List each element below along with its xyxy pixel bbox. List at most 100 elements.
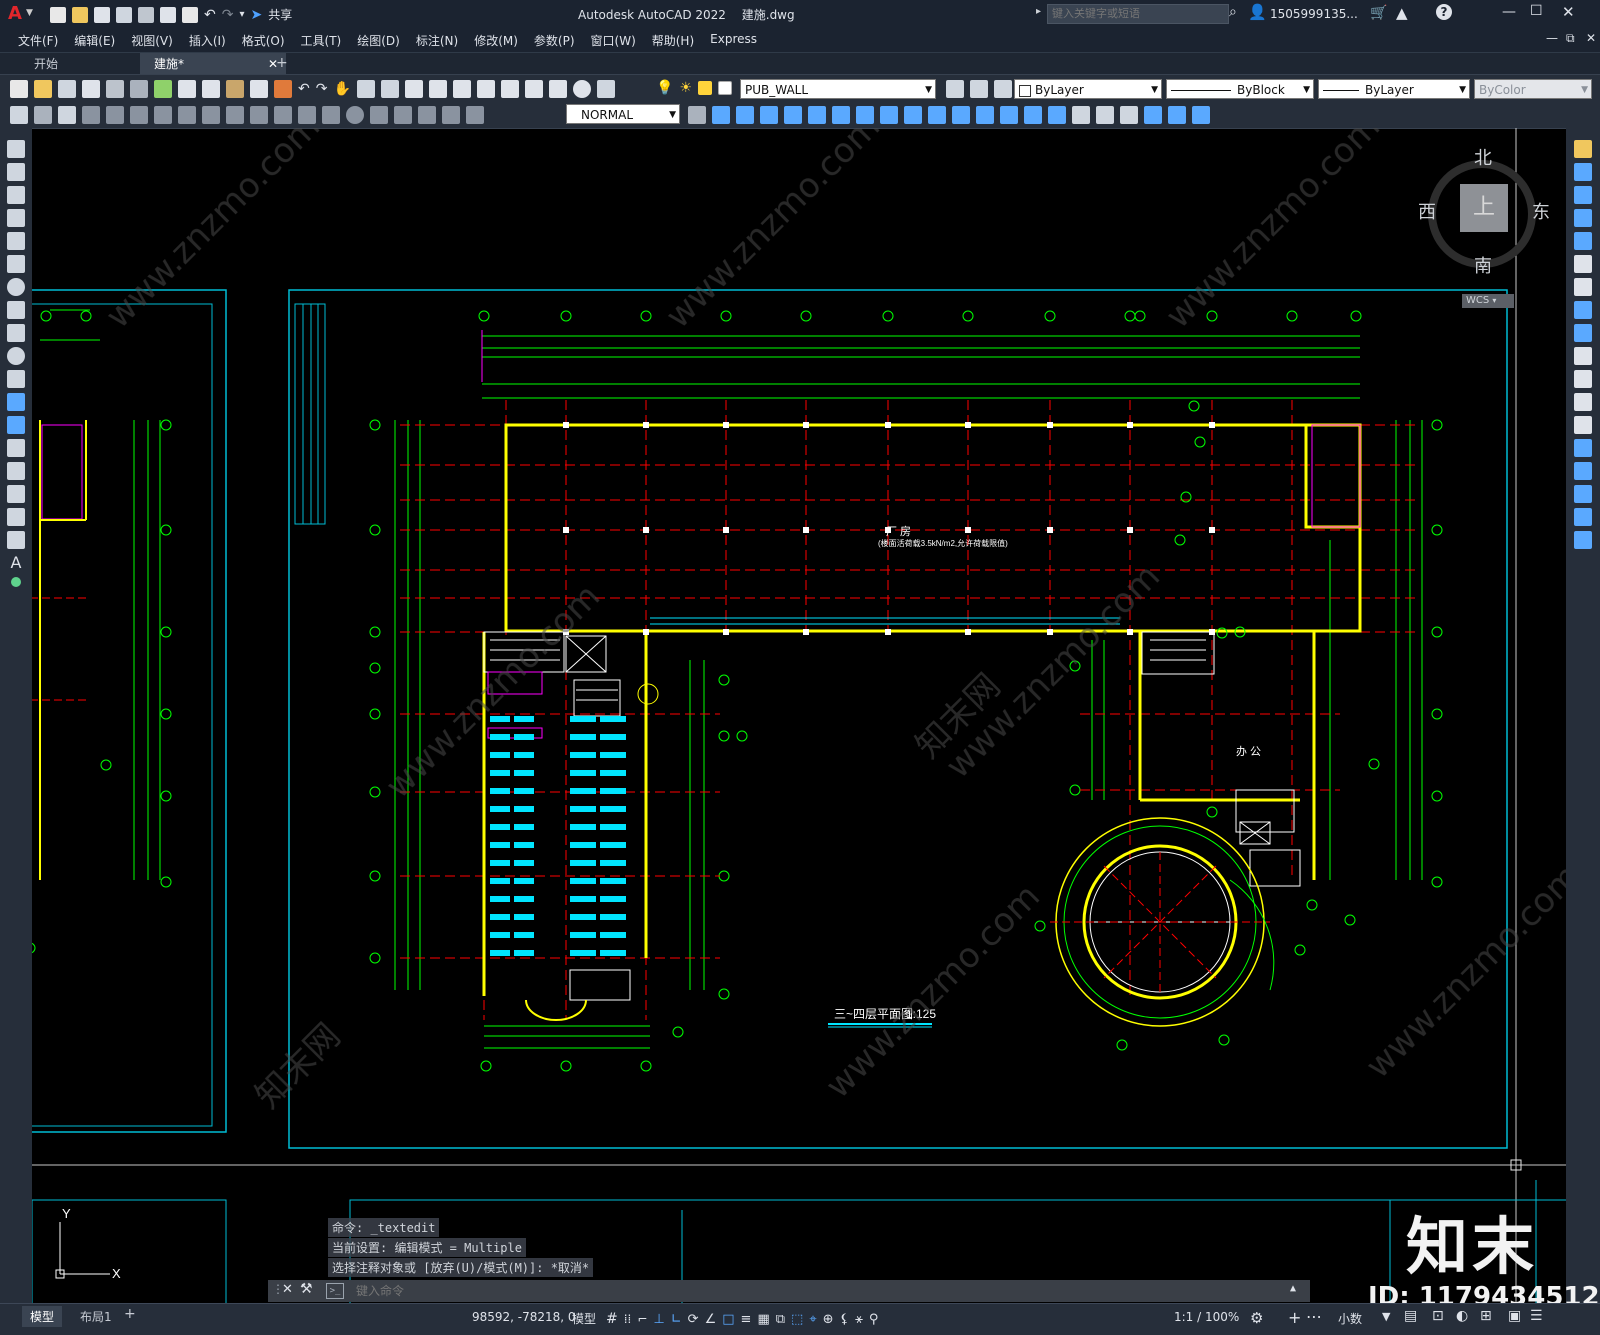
infer-icon[interactable]: ⌐ (637, 1312, 647, 1326)
line-icon[interactable] (7, 140, 25, 158)
menu-item-2[interactable]: 视图(V) (123, 28, 181, 53)
save-as-icon[interactable] (116, 6, 132, 23)
grid-icon[interactable]: # (606, 1311, 618, 1327)
close-icon[interactable]: ✕ (1562, 3, 1575, 21)
open-icon[interactable] (34, 80, 52, 98)
wrench-icon[interactable]: ⚒ (300, 1281, 313, 1297)
layer-state-icon[interactable] (994, 80, 1012, 98)
ortho-icon[interactable]: ⊥ (653, 1312, 664, 1327)
stretch-icon[interactable] (1574, 324, 1592, 342)
layer-thaw-icon[interactable]: ☀ (679, 80, 692, 96)
multiline-text-icon[interactable]: A (7, 554, 25, 572)
gradient-icon[interactable] (7, 485, 25, 503)
dim-update-icon[interactable] (466, 106, 484, 124)
lineweight-dropdown[interactable]: ByLayer ▼ (1318, 79, 1470, 99)
compass-east[interactable]: 东 (1532, 198, 1550, 224)
join-icon[interactable] (976, 106, 994, 124)
ellipse-icon[interactable] (7, 347, 25, 365)
menu-item-9[interactable]: 参数(P) (526, 28, 583, 53)
help-icon[interactable]: ? (1436, 4, 1452, 20)
markup-icon[interactable] (524, 80, 543, 98)
print-icon[interactable] (182, 6, 198, 23)
insert-block-icon[interactable] (1144, 106, 1162, 124)
cut-icon[interactable] (178, 80, 196, 98)
snap-icon[interactable]: ⁞⁞ (624, 1312, 632, 1326)
dim-linear-icon[interactable] (10, 106, 28, 124)
paste-icon[interactable] (226, 80, 244, 98)
zoom-realtime-icon[interactable] (356, 80, 375, 98)
dim-baseline-icon[interactable] (226, 106, 244, 124)
fillet-icon[interactable] (1024, 106, 1042, 124)
text-style-dropdown[interactable]: NORMAL ▼ (566, 104, 680, 124)
undo-icon[interactable]: ↶ (204, 7, 216, 23)
auto-scale-icon[interactable]: ⚹ (855, 1312, 863, 1327)
center-mark-icon[interactable] (346, 106, 364, 124)
circle-icon[interactable] (7, 278, 25, 296)
layer-properties-icon[interactable] (596, 80, 615, 98)
menu-item-0[interactable]: 文件(F) (10, 28, 66, 53)
add-selected-icon[interactable] (11, 577, 21, 587)
dynamic-ucs-icon[interactable]: ⌖ (809, 1312, 816, 1327)
open-file-icon[interactable] (72, 6, 88, 23)
revision-cloud-icon[interactable] (7, 301, 25, 319)
undo-icon[interactable]: ↶ (298, 81, 310, 97)
minimize-icon[interactable]: — (1502, 4, 1516, 20)
layer-dropdown[interactable]: PUB_WALL ▼ (740, 79, 936, 99)
menu-item-10[interactable]: 窗口(W) (583, 28, 644, 53)
dim-diameter-icon[interactable] (154, 106, 172, 124)
dim-break-icon[interactable] (298, 106, 316, 124)
polyline-icon[interactable] (7, 186, 25, 204)
drawing-canvas[interactable]: 厂 房 (楼面活荷载3.5kN/m2,允许荷载限值) 办 公 三~四层平面图 1… (32, 128, 1566, 1303)
copy-icon[interactable] (712, 106, 730, 124)
quick-properties-icon[interactable]: ▤ (1404, 1308, 1417, 1324)
new-icon[interactable] (10, 80, 28, 98)
chevron-down-icon[interactable]: ▼ (26, 8, 33, 18)
dim-arc-icon[interactable] (58, 106, 76, 124)
clean-screen-icon[interactable]: ▣ (1508, 1308, 1521, 1324)
dim-style-icon[interactable] (688, 106, 706, 124)
transparency-icon[interactable]: ▦ (757, 1312, 769, 1327)
dim-angular-icon[interactable] (178, 106, 196, 124)
quick-dim-icon[interactable] (202, 106, 220, 124)
compass-west[interactable]: 西 (1418, 198, 1436, 224)
workspace-icon[interactable]: ⋯ (1306, 1307, 1322, 1326)
copy-icon[interactable] (202, 80, 220, 98)
tab-layout1[interactable]: 布局1 (72, 1308, 120, 1325)
match-properties-icon[interactable] (250, 80, 268, 98)
offset-icon[interactable] (1574, 209, 1592, 227)
command-prompt-icon[interactable]: >_ (326, 1283, 344, 1299)
annotation-scale-icon[interactable]: ⚲ (869, 1312, 879, 1327)
dim-text-edit-icon[interactable] (442, 106, 460, 124)
units-value[interactable]: 小数 (1338, 1310, 1362, 1327)
chevron-up-icon[interactable]: ▲ (1290, 1283, 1296, 1294)
object-snap-tracking-icon[interactable]: ∠ (705, 1312, 717, 1327)
copy-icon[interactable] (1574, 163, 1592, 181)
coordinates-readout[interactable]: 98592, -78218, 0 (472, 1310, 576, 1324)
break-icon[interactable] (1574, 416, 1592, 434)
lock-ui-icon[interactable]: ⊡ (1432, 1308, 1444, 1324)
dim-space-icon[interactable] (274, 106, 292, 124)
blend-icon[interactable] (1574, 508, 1592, 526)
stretch-icon[interactable] (880, 106, 898, 124)
autocad-logo[interactable]: A (8, 3, 22, 24)
menu-item-12[interactable]: Express (702, 28, 765, 53)
erase-icon[interactable] (1574, 140, 1592, 158)
isodraft-icon[interactable]: ⟳ (688, 1312, 699, 1327)
extend-icon[interactable] (928, 106, 946, 124)
customize-icon[interactable]: ▾ (239, 9, 244, 20)
dim-continue-icon[interactable] (250, 106, 268, 124)
join-icon[interactable] (1574, 439, 1592, 457)
user-icon[interactable]: 👤 (1248, 3, 1267, 21)
insert-block-icon[interactable] (7, 393, 25, 411)
arc-icon[interactable] (7, 255, 25, 273)
lineweight-icon[interactable]: ≡ (741, 1312, 752, 1327)
3d-dwf-icon[interactable] (154, 80, 172, 98)
object-snap-icon[interactable]: □ (722, 1312, 734, 1327)
attribute-icon[interactable] (1192, 106, 1210, 124)
share-label[interactable]: 共享 (268, 6, 292, 23)
scale-icon[interactable] (1574, 301, 1592, 319)
construction-line-icon[interactable] (7, 163, 25, 181)
minimize-doc-icon[interactable]: — (1546, 31, 1558, 45)
annotation-scale-value[interactable]: 1:1 / 100% (1174, 1310, 1239, 1324)
menu-item-4[interactable]: 格式(O) (234, 28, 293, 53)
